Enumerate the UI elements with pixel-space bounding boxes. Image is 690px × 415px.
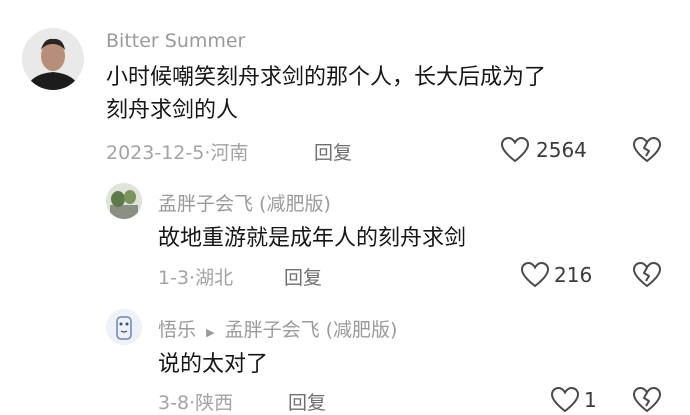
comment-meta: 2023-12-5·河南: [106, 138, 248, 165]
avatar[interactable]: [22, 28, 84, 90]
like-count: 1: [584, 388, 597, 412]
comment-username[interactable]: 孟胖子会飞 (减肥版): [158, 189, 331, 216]
comment-date: 3-8: [158, 392, 190, 414]
comment-date: 1-3: [158, 267, 190, 289]
comment-location: 陕西: [195, 392, 234, 414]
reply-to-username[interactable]: 孟胖子会飞 (减肥版): [225, 319, 398, 341]
like-count: 216: [554, 263, 593, 287]
comment-content: 小时候嘲笑刻舟求剑的那个人，长大后成为了 刻舟求剑的人: [106, 61, 546, 127]
comment-username-row: 悟乐 ▶ 孟胖子会飞 (减肥版): [158, 315, 397, 342]
comment-content-line: 刻舟求剑的人: [106, 98, 239, 123]
comment-content: 说的太对了: [158, 352, 269, 377]
broken-heart-icon[interactable]: [632, 386, 662, 414]
comment-content: 故地重游就是成年人的刻舟求剑: [158, 226, 467, 251]
heart-icon[interactable]: [520, 261, 550, 289]
reply-arrow-icon: ▶: [206, 326, 215, 339]
like-count: 2564: [536, 138, 587, 162]
comment-location: 湖北: [195, 267, 234, 289]
broken-heart-icon[interactable]: [632, 261, 662, 289]
comment-username[interactable]: 悟乐: [158, 319, 196, 341]
comment-meta: 3-8·陕西: [158, 388, 233, 415]
reply-button[interactable]: 回复: [288, 388, 326, 415]
plant-avatar-icon: [106, 183, 142, 219]
comment-date: 2023-12-5: [106, 142, 205, 164]
broken-heart-icon[interactable]: [632, 136, 662, 164]
person-avatar-icon: [22, 28, 84, 90]
avatar[interactable]: [106, 309, 142, 345]
comment-meta: 1-3·湖北: [158, 263, 233, 290]
comment-location: 河南: [210, 142, 249, 164]
comment-username[interactable]: Bitter Summer: [106, 30, 245, 52]
avatar[interactable]: [106, 183, 142, 219]
cartoon-avatar-icon: [106, 309, 142, 345]
heart-icon[interactable]: [550, 386, 580, 414]
reply-button[interactable]: 回复: [284, 263, 322, 290]
heart-icon[interactable]: [500, 136, 530, 164]
comment-content-line: 小时候嘲笑刻舟求剑的那个人，长大后成为了: [106, 65, 547, 90]
reply-button[interactable]: 回复: [314, 138, 352, 165]
